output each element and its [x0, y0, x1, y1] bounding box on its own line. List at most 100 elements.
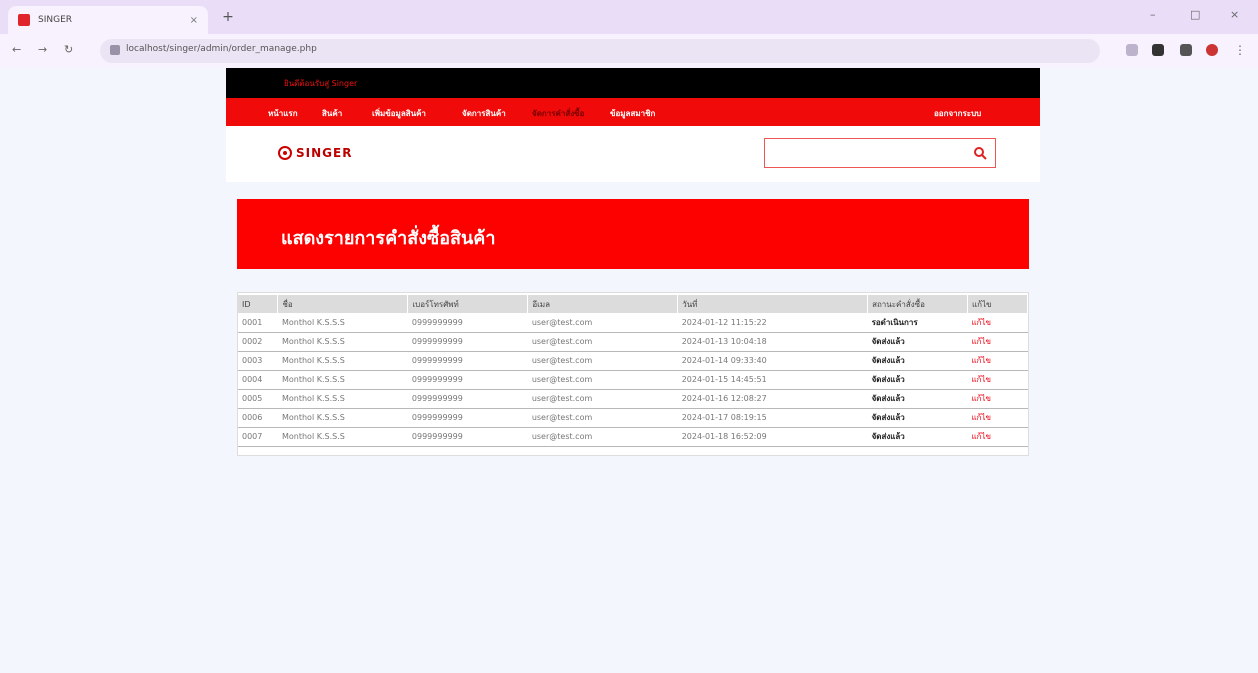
edit-link[interactable]: แก้ไข: [967, 389, 1028, 409]
cell-date: 2024-01-14 09:33:40: [677, 351, 868, 371]
table-row: 0006 Monthol K.S.S.S 0999999999 user@test.c…: [238, 408, 1028, 428]
col-header-id[interactable]: ID: [238, 295, 279, 313]
edit-link[interactable]: แก้ไข: [967, 370, 1028, 390]
table-row: 0002 Monthol K.S.S.S 0999999999 user@test.c…: [238, 332, 1028, 352]
table-row: 0007 Monthol K.S.S.S 0999999999 user@test.c…: [238, 427, 1028, 447]
cell-email: user@test.com: [527, 408, 678, 428]
cell-id: 0007: [238, 427, 278, 447]
nav-item-members[interactable]: ข้อมูลสมาชิก: [610, 107, 655, 120]
search-input[interactable]: [764, 138, 996, 168]
cell-id: 0002: [238, 332, 278, 352]
top-promo-bar: ยินดีต้อนรับสู่ Singer: [226, 68, 1040, 98]
cell-id: 0001: [238, 313, 278, 333]
cell-status: จัดส่งแล้ว: [867, 332, 968, 352]
tab-title: SINGER: [38, 15, 73, 25]
edit-link[interactable]: แก้ไข: [967, 332, 1028, 352]
maximize-button[interactable]: □: [1190, 8, 1200, 21]
cell-date: 2024-01-17 08:19:15: [677, 408, 868, 428]
edit-link[interactable]: แก้ไข: [967, 351, 1028, 371]
page-banner: แสดงรายการคำสั่งซื้อสินค้า: [237, 199, 1029, 269]
cell-name: Monthol K.S.S.S: [277, 351, 408, 371]
cell-name: Monthol K.S.S.S: [277, 389, 408, 409]
nav-item-add-product[interactable]: เพิ่มข้อมูลสินค้า: [372, 107, 426, 120]
site-header: SINGER: [226, 126, 1040, 182]
edit-link[interactable]: แก้ไข: [967, 427, 1028, 447]
cell-status: จัดส่งแล้ว: [867, 427, 968, 447]
col-header-name[interactable]: ชื่อ: [277, 295, 409, 313]
table-header-row: ID ชื่อ เบอร์โทรศัพท์ อีเมล วันที่ สถานะ…: [238, 295, 1028, 313]
col-header-status[interactable]: สถานะคำสั่งซื้อ: [867, 295, 968, 313]
cell-status: จัดส่งแล้ว: [867, 351, 968, 371]
main-nav: หน้าแรก สินค้า เพิ่มข้อมูลสินค้า จัดการส…: [226, 98, 1040, 126]
cell-email: user@test.com: [527, 389, 678, 409]
page-title: แสดงรายการคำสั่งซื้อสินค้า: [281, 228, 496, 249]
cell-id: 0003: [238, 351, 278, 371]
cell-date: 2024-01-12 11:15:22: [677, 313, 868, 333]
singer-logo[interactable]: SINGER: [278, 146, 352, 160]
close-tab-icon[interactable]: ×: [190, 15, 198, 26]
extension-icon[interactable]: [1152, 44, 1164, 56]
cell-email: user@test.com: [527, 313, 678, 333]
cell-email: user@test.com: [527, 427, 678, 447]
cell-name: Monthol K.S.S.S: [277, 408, 408, 428]
browser-tab[interactable]: SINGER ×: [8, 6, 208, 34]
cell-name: Monthol K.S.S.S: [277, 332, 408, 352]
puzzle-icon[interactable]: [1180, 44, 1192, 56]
promo-text: ยินดีต้อนรับสู่ Singer: [284, 79, 358, 88]
cell-phone: 0999999999: [407, 408, 528, 428]
cell-phone: 0999999999: [407, 389, 528, 409]
cell-name: Monthol K.S.S.S: [277, 313, 408, 333]
table-row: 0003 Monthol K.S.S.S 0999999999 user@test.c…: [238, 351, 1028, 371]
forward-button[interactable]: →: [38, 43, 47, 56]
cell-phone: 0999999999: [407, 370, 528, 390]
profile-avatar[interactable]: [1206, 44, 1218, 56]
address-bar[interactable]: localhost/singer/admin/order_manage.php: [100, 39, 1100, 63]
col-header-phone[interactable]: เบอร์โทรศัพท์: [407, 295, 529, 313]
reload-button[interactable]: ↻: [64, 43, 73, 56]
col-header-edit: แก้ไข: [967, 295, 1028, 313]
cell-phone: 0999999999: [407, 332, 528, 352]
col-header-date[interactable]: วันที่: [677, 295, 869, 313]
col-header-email[interactable]: อีเมล: [527, 295, 679, 313]
cell-phone: 0999999999: [407, 427, 528, 447]
web-page: ยินดีต้อนรับสู่ Singer หน้าแรก สินค้า เพ…: [226, 68, 1040, 468]
logout-link[interactable]: ออกจากระบบ: [934, 107, 981, 120]
nav-item-manage-products[interactable]: จัดการสินค้า: [462, 107, 506, 120]
url-text: localhost/singer/admin/order_manage.php: [126, 44, 317, 54]
orders-table-container: ID ชื่อ เบอร์โทรศัพท์ อีเมล วันที่ สถานะ…: [237, 292, 1029, 456]
menu-icon[interactable]: ⋮: [1234, 44, 1246, 56]
back-button[interactable]: ←: [12, 43, 21, 56]
cell-date: 2024-01-18 16:52:09: [677, 427, 868, 447]
bookmark-icon[interactable]: [1126, 44, 1138, 56]
nav-item-home[interactable]: หน้าแรก: [268, 107, 298, 120]
singer-logo-icon: [278, 146, 292, 160]
nav-item-manage-orders[interactable]: จัดการคำสั่งซื้อ: [532, 107, 584, 120]
logo-text: SINGER: [296, 146, 353, 160]
cell-phone: 0999999999: [407, 351, 528, 371]
cell-status: จัดส่งแล้ว: [867, 370, 968, 390]
cell-date: 2024-01-16 12:08:27: [677, 389, 868, 409]
site-info-icon[interactable]: [110, 45, 120, 55]
cell-date: 2024-01-13 10:04:18: [677, 332, 868, 352]
cell-status: รอดำเนินการ: [867, 313, 968, 333]
cell-id: 0005: [238, 389, 278, 409]
edit-link[interactable]: แก้ไข: [967, 408, 1028, 428]
browser-toolbar: ← → ↻ localhost/singer/admin/order_manag…: [0, 34, 1258, 68]
cell-email: user@test.com: [527, 370, 678, 390]
cell-name: Monthol K.S.S.S: [277, 370, 408, 390]
edit-link[interactable]: แก้ไข: [967, 313, 1028, 333]
new-tab-button[interactable]: +: [220, 9, 236, 25]
minimize-button[interactable]: –: [1150, 8, 1156, 21]
cell-status: จัดส่งแล้ว: [867, 408, 968, 428]
cell-email: user@test.com: [527, 332, 678, 352]
search-icon[interactable]: [973, 146, 987, 160]
close-window-button[interactable]: ×: [1230, 8, 1239, 21]
browser-tab-strip: SINGER × + – □ ×: [0, 0, 1258, 34]
table-row: 0004 Monthol K.S.S.S 0999999999 user@test.c…: [238, 370, 1028, 390]
cell-id: 0006: [238, 408, 278, 428]
cell-date: 2024-01-15 14:45:51: [677, 370, 868, 390]
cell-phone: 0999999999: [407, 313, 528, 333]
table-row: 0001 Monthol K.S.S.S 0999999999 user@test.c…: [238, 313, 1028, 333]
nav-item-products[interactable]: สินค้า: [322, 107, 342, 120]
cell-name: Monthol K.S.S.S: [277, 427, 408, 447]
